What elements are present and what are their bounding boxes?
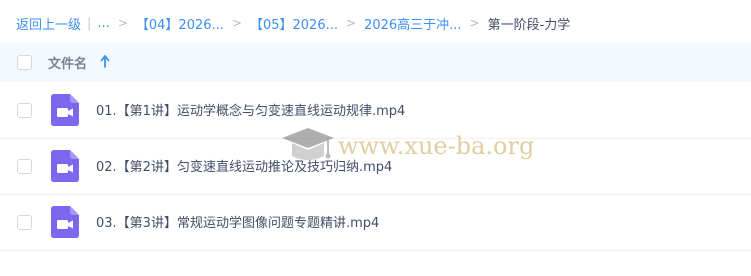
file-row[interactable]: 01.【第1讲】运动学概念与匀变速直线运动规律.mp4: [0, 83, 751, 139]
breadcrumb-current: 第一阶段-力学: [487, 17, 571, 33]
chevron-right-icon: >: [469, 16, 480, 30]
chevron-right-icon: >: [231, 16, 242, 30]
file-row[interactable]: 03.【第3讲】常规运动学图像问题专题精讲.mp4: [0, 195, 751, 251]
file-row[interactable]: 02.【第2讲】匀变速直线运动推论及技巧归纳.mp4: [0, 139, 751, 195]
breadcrumb-item[interactable]: 【04】2026...: [136, 14, 224, 33]
breadcrumb-ellipsis[interactable]: ...: [97, 16, 109, 31]
file-name[interactable]: 02.【第2讲】匀变速直线运动推论及技巧归纳.mp4: [96, 156, 392, 175]
breadcrumb-item[interactable]: 2026高三于冲...: [364, 14, 461, 33]
breadcrumb-divider: |: [87, 15, 92, 31]
file-list-header: 文件名: [0, 43, 751, 82]
row-checkbox[interactable]: [17, 215, 32, 230]
video-file-icon: [51, 150, 79, 182]
row-checkbox[interactable]: [17, 103, 32, 118]
chevron-right-icon: >: [346, 16, 357, 30]
select-all-checkbox[interactable]: [17, 55, 32, 70]
file-name[interactable]: 01.【第1讲】运动学概念与匀变速直线运动规律.mp4: [96, 100, 405, 119]
column-title-filename[interactable]: 文件名: [48, 53, 87, 72]
arrow-up-icon[interactable]: [100, 54, 110, 70]
breadcrumb: 返回上一级 | ... > 【04】2026... > 【05】2026... …: [16, 12, 570, 34]
chevron-right-icon: >: [117, 16, 128, 30]
video-file-icon: [51, 94, 79, 126]
video-file-icon: [51, 206, 79, 238]
back-link[interactable]: 返回上一级: [16, 14, 81, 33]
row-checkbox[interactable]: [17, 159, 32, 174]
file-name[interactable]: 03.【第3讲】常规运动学图像问题专题精讲.mp4: [96, 212, 379, 231]
breadcrumb-item[interactable]: 【05】2026...: [250, 14, 338, 33]
file-browser-page: 返回上一级 | ... > 【04】2026... > 【05】2026... …: [0, 0, 751, 276]
